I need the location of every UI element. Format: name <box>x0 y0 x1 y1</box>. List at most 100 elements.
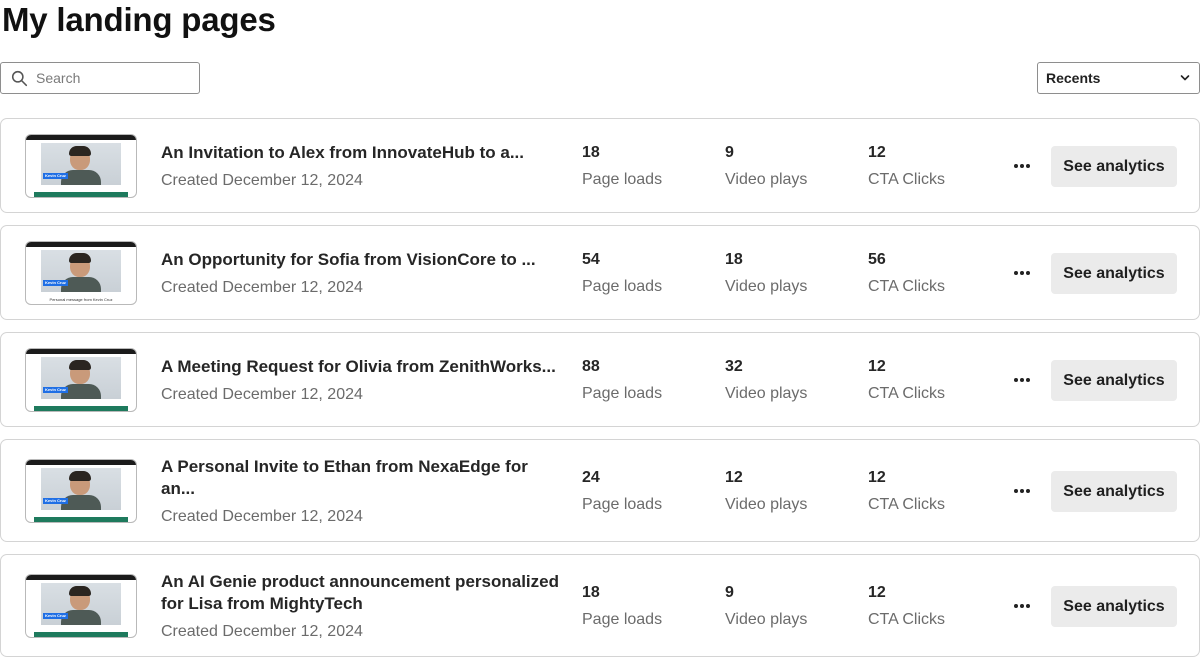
thumbnail-person-hair <box>69 471 91 481</box>
more-options-button[interactable] <box>1007 370 1037 390</box>
metric-video-plays-value: 32 <box>725 358 743 375</box>
metric-page-loads-label: Page loads <box>582 278 663 295</box>
thumbnail-header <box>26 575 136 580</box>
metric-page-loads: 88 Page loads <box>582 357 712 404</box>
search-input[interactable] <box>36 70 186 86</box>
metric-page-loads-label: Page loads <box>582 496 663 513</box>
landing-page-thumbnail[interactable]: Kevin Cruz <box>25 574 137 638</box>
metric-video-plays-value: 9 <box>725 144 734 161</box>
more-options-button[interactable] <box>1007 263 1037 283</box>
see-analytics-button[interactable]: See analytics <box>1051 471 1177 512</box>
page-title: My landing pages <box>2 1 276 38</box>
thumbnail-person-hair <box>69 146 91 156</box>
landing-page-title[interactable]: An AI Genie product announcement persona… <box>161 571 561 615</box>
thumbnail-name-tag: Kevin Cruz <box>43 280 68 286</box>
see-analytics-button[interactable]: See analytics <box>1051 586 1177 627</box>
search-icon <box>11 70 28 86</box>
metric-cta-clicks: 12 CTA Clicks <box>868 583 998 630</box>
thumbnail-caption: Personal message from Kevin Cruz <box>49 297 113 302</box>
landing-page-title[interactable]: An Invitation to Alex from InnovateHub t… <box>161 142 561 164</box>
metric-cta-clicks: 56 CTA Clicks <box>868 250 998 297</box>
metric-page-loads: 54 Page loads <box>582 250 712 297</box>
metric-cta-clicks-value: 56 <box>868 251 886 268</box>
metric-cta-clicks-value: 12 <box>868 469 886 486</box>
metric-video-plays: 32 Video plays <box>725 357 855 404</box>
metric-video-plays: 9 Video plays <box>725 143 855 190</box>
thumbnail-name-tag: Kevin Cruz <box>43 387 68 393</box>
metric-video-plays-value: 9 <box>725 584 734 601</box>
landing-page-card[interactable]: Kevin Cruz A Meeting Request for Olivia … <box>0 332 1200 427</box>
metric-video-plays-value: 12 <box>725 469 743 486</box>
metric-cta-clicks: 12 CTA Clicks <box>868 468 998 515</box>
thumbnail-name-tag: Kevin Cruz <box>43 613 68 619</box>
landing-page-created-date: Created December 12, 2024 <box>161 172 363 189</box>
landing-page-thumbnail[interactable]: Kevin Cruz <box>25 134 137 198</box>
more-options-button[interactable] <box>1007 481 1037 501</box>
metric-video-plays: 18 Video plays <box>725 250 855 297</box>
see-analytics-button[interactable]: See analytics <box>1051 253 1177 294</box>
landing-page-title[interactable]: An Opportunity for Sofia from VisionCore… <box>161 249 561 271</box>
see-analytics-button[interactable]: See analytics <box>1051 360 1177 401</box>
more-options-icon <box>1014 604 1030 608</box>
more-options-button[interactable] <box>1007 596 1037 616</box>
landing-page-title[interactable]: A Meeting Request for Olivia from Zenith… <box>161 356 561 378</box>
metric-page-loads: 18 Page loads <box>582 143 712 190</box>
landing-page-created-date: Created December 12, 2024 <box>161 623 363 640</box>
metric-page-loads: 18 Page loads <box>582 583 712 630</box>
thumbnail-cta-bar <box>34 192 128 197</box>
thumbnail-name-tag: Kevin Cruz <box>43 173 68 179</box>
thumbnail-cta-bar <box>34 406 128 411</box>
metric-video-plays-value: 18 <box>725 251 743 268</box>
metric-video-plays: 12 Video plays <box>725 468 855 515</box>
more-options-icon <box>1014 378 1030 382</box>
metric-cta-clicks-value: 12 <box>868 358 886 375</box>
chevron-down-icon <box>1180 75 1190 81</box>
metric-cta-clicks-value: 12 <box>868 584 886 601</box>
metric-page-loads: 24 Page loads <box>582 468 712 515</box>
metric-page-loads-value: 18 <box>582 144 600 161</box>
metric-page-loads-label: Page loads <box>582 385 663 402</box>
metric-page-loads-value: 24 <box>582 469 600 486</box>
search-box[interactable] <box>0 62 200 94</box>
metric-page-loads-value: 54 <box>582 251 600 268</box>
thumbnail-person-hair <box>69 360 91 370</box>
more-options-icon <box>1014 164 1030 168</box>
metric-cta-clicks: 12 CTA Clicks <box>868 357 998 404</box>
thumbnail-person-hair <box>69 586 91 596</box>
thumbnail-header <box>26 460 136 465</box>
thumbnail-video: Kevin Cruz <box>41 250 121 292</box>
landing-page-created-date: Created December 12, 2024 <box>161 508 363 525</box>
metric-video-plays-label: Video plays <box>725 385 808 402</box>
more-options-button[interactable] <box>1007 156 1037 176</box>
landing-page-title[interactable]: A Personal Invite to Ethan from NexaEdge… <box>161 456 541 500</box>
landing-page-card[interactable]: Kevin Cruz A Personal Invite to Ethan fr… <box>0 439 1200 542</box>
thumbnail-cta-bar <box>34 632 128 637</box>
metric-page-loads-value: 18 <box>582 584 600 601</box>
thumbnail-header <box>26 135 136 140</box>
sort-select[interactable]: Recents <box>1037 62 1200 94</box>
landing-page-thumbnail[interactable]: Kevin Cruz Personal message from Kevin C… <box>25 241 137 305</box>
thumbnail-cta-bar <box>34 517 128 522</box>
metric-cta-clicks-value: 12 <box>868 144 886 161</box>
see-analytics-button[interactable]: See analytics <box>1051 146 1177 187</box>
metric-page-loads-value: 88 <box>582 358 600 375</box>
thumbnail-header <box>26 242 136 247</box>
metric-video-plays-label: Video plays <box>725 611 808 628</box>
metric-cta-clicks-label: CTA Clicks <box>868 278 946 295</box>
landing-page-created-date: Created December 12, 2024 <box>161 386 363 403</box>
metric-video-plays-label: Video plays <box>725 496 808 513</box>
thumbnail-video: Kevin Cruz <box>41 357 121 399</box>
metric-cta-clicks-label: CTA Clicks <box>868 171 946 188</box>
landing-page-thumbnail[interactable]: Kevin Cruz <box>25 459 137 523</box>
thumbnail-video: Kevin Cruz <box>41 468 121 510</box>
landing-page-card[interactable]: Kevin Cruz An AI Genie product announcem… <box>0 554 1200 657</box>
metric-cta-clicks-label: CTA Clicks <box>868 611 946 628</box>
landing-page-card[interactable]: Kevin Cruz Personal message from Kevin C… <box>0 225 1200 320</box>
metric-cta-clicks: 12 CTA Clicks <box>868 143 998 190</box>
more-options-icon <box>1014 489 1030 493</box>
metric-page-loads-label: Page loads <box>582 611 663 628</box>
landing-page-thumbnail[interactable]: Kevin Cruz <box>25 348 137 412</box>
thumbnail-name-tag: Kevin Cruz <box>43 498 68 504</box>
thumbnail-person-hair <box>69 253 91 263</box>
landing-page-card[interactable]: Kevin Cruz An Invitation to Alex from In… <box>0 118 1200 213</box>
